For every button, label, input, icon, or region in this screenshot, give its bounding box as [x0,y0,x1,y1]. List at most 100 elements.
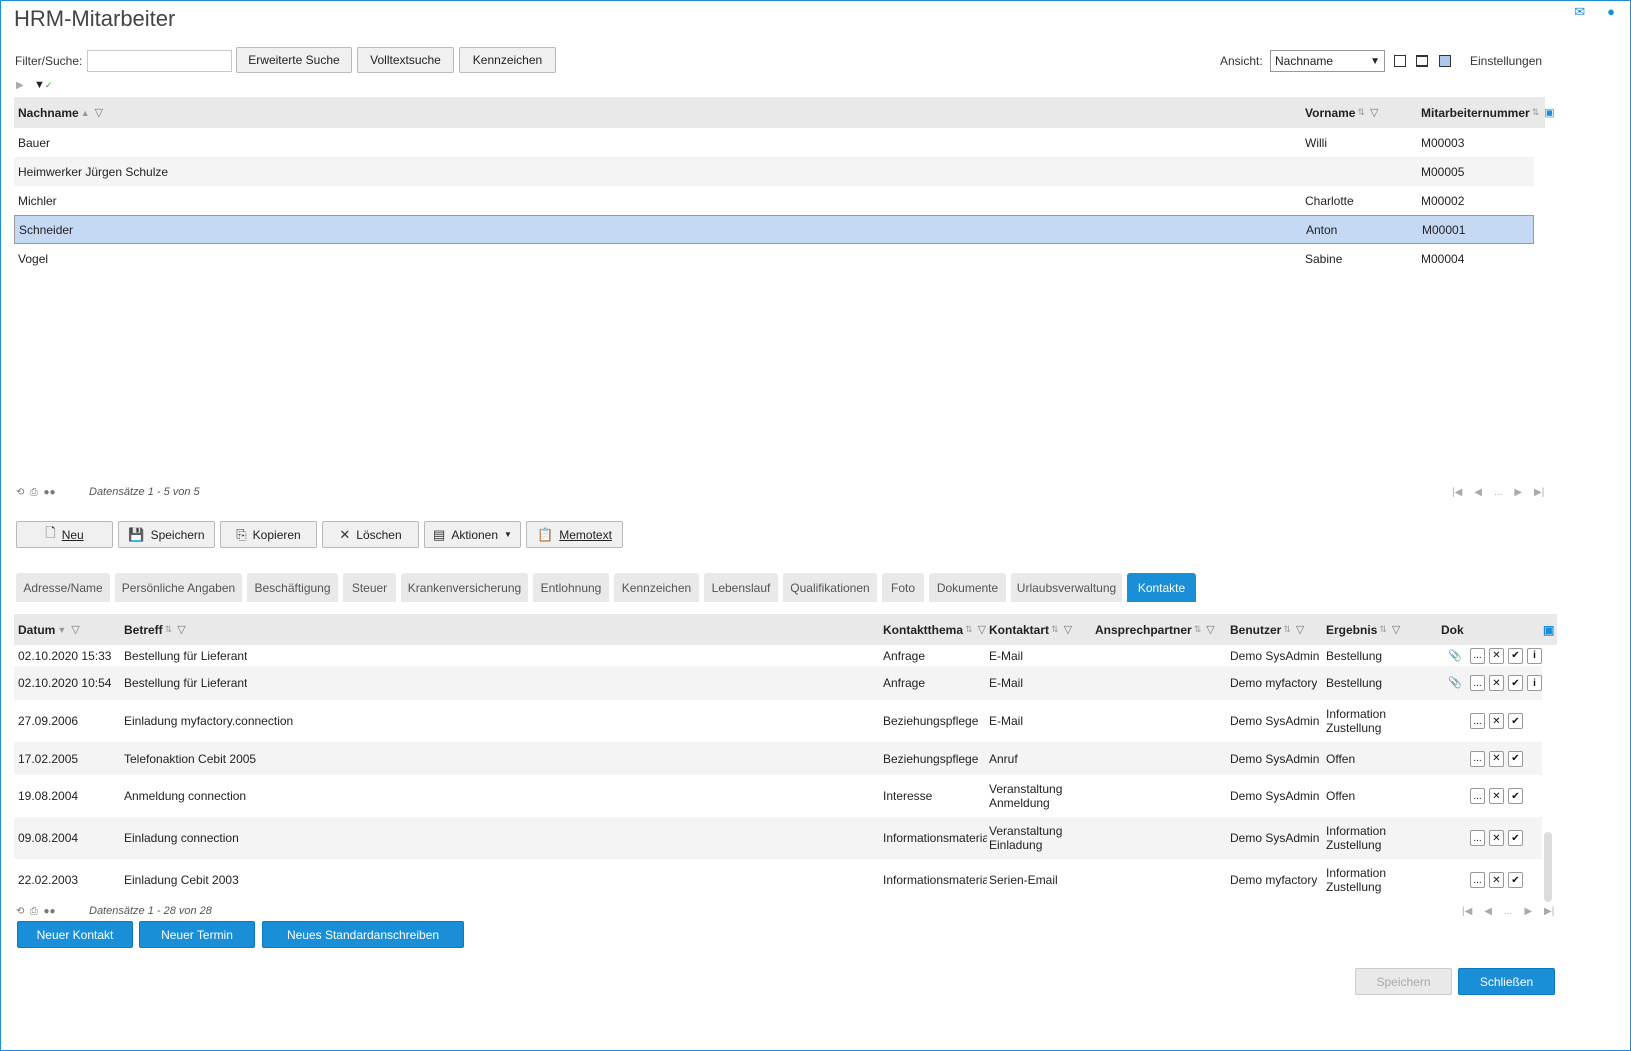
view-label: Ansicht: [1220,54,1263,68]
grid-tools[interactable]: ⟲ ⎙ ●● [16,487,56,498]
check-icon[interactable]: ✔ [1508,830,1523,846]
col-ergebnis[interactable]: Ergebnis ⇅ ▽ [1326,614,1400,645]
col-dok[interactable]: Dok [1441,614,1464,645]
tab-pers-nliche-angaben[interactable]: Persönliche Angaben [115,573,242,602]
more-button[interactable]: ... [1470,750,1485,767]
delete-icon[interactable]: ✕ [1489,750,1504,767]
contacts-grid-tools[interactable]: ⟲ ⎙ ●● [16,906,56,917]
table-row[interactable]: 09.08.2004 Einladung connection Informat… [14,817,1542,859]
delete-icon[interactable]: ✕ [1489,872,1504,888]
col-ansprechpartner[interactable]: Ansprechpartner ⇅ ▽ [1095,614,1215,645]
employee-pager[interactable]: |◀ ◀... ▶ ▶| [1452,487,1544,498]
delete-icon[interactable]: ✕ [1489,788,1504,804]
save-button[interactable]: 💾 Speichern [118,521,215,548]
more-button[interactable]: ... [1470,647,1485,664]
attachment-icon[interactable]: 📎 [1448,649,1462,662]
delete-icon[interactable]: ✕ [1489,647,1504,664]
col-datum[interactable]: Datum ▼ ▽ [18,614,80,645]
close-icon: ✕ [339,526,351,542]
tab-kontakte[interactable]: Kontakte [1127,573,1196,602]
delete-icon[interactable]: ✕ [1489,713,1504,729]
table-row[interactable]: 17.02.2005 Telefonaktion Cebit 2005 Bezi… [14,742,1542,775]
column-chooser-icon[interactable]: ▣ [1543,614,1554,645]
contacts-scrollbar[interactable] [1544,832,1552,902]
view-select[interactable]: Nachname ▼ [1270,50,1385,72]
table-row[interactable]: 22.02.2003 Einladung Cebit 2003 Informat… [14,859,1542,901]
table-row[interactable]: 02.10.2020 10:54 Bestellung für Lieferan… [14,666,1542,700]
tab-qualifikationen[interactable]: Qualifikationen [783,573,877,602]
memotext-button[interactable]: 📋 Memotext [526,521,623,548]
cell-vorname: Anton [1306,222,1338,237]
filter-active-icon[interactable]: ▼✓ [34,79,52,91]
check-icon[interactable]: ✔ [1508,675,1523,691]
more-button[interactable]: ... [1470,713,1485,729]
tab-kennzeichen[interactable]: Kennzeichen [614,573,699,602]
table-row[interactable]: Vogel Sabine M00004 [14,244,1534,273]
cell-ergebnis: Offen [1326,789,1356,803]
tab-besch-ftigung[interactable]: Beschäftigung [247,573,338,602]
col-kontaktart[interactable]: Kontaktart ⇅ ▽ [989,614,1072,645]
actions-button[interactable]: ▤ Aktionen ▼ [424,521,521,548]
tab-dokumente[interactable]: Dokumente [929,573,1006,602]
mail-icon[interactable]: ✉ [1574,4,1585,20]
more-button[interactable]: ... [1470,788,1485,804]
tab-adresse-name[interactable]: Adresse/Name [16,573,110,602]
table-row[interactable]: 27.09.2006 Einladung myfactory.connectio… [14,700,1542,742]
cell-nachname: Heimwerker Jürgen Schulze [18,164,169,179]
view-single-icon[interactable] [1394,55,1406,67]
new-letter-button[interactable]: Neues Standardanschreiben [262,921,464,948]
view-full-icon[interactable] [1439,55,1451,67]
col-nachname[interactable]: Nachname ▲ ▽ [18,97,103,128]
bottom-save-button[interactable]: Speichern [1355,968,1452,995]
more-button[interactable]: ... [1470,830,1485,846]
table-row[interactable]: 02.10.2020 15:33 Bestellung für Lieferan… [14,645,1542,666]
check-icon[interactable]: ✔ [1508,872,1523,888]
search-input[interactable] [87,50,232,72]
employee-grid-header: Nachname ▲ ▽ Vorname ⇅ ▽ Mitarbeiternummer ⇅ ▣ [14,97,1555,128]
delete-icon[interactable]: ✕ [1489,830,1504,846]
cell-benutzer: Demo SysAdmin [1230,648,1320,663]
col-vorname[interactable]: Vorname ⇅ ▽ [1305,97,1378,128]
help-icon[interactable]: ● [1607,4,1615,20]
close-button[interactable]: Schließen [1458,968,1555,995]
info-icon[interactable]: i [1527,647,1542,664]
tab-urlaubsverwaltung[interactable]: Urlaubsverwaltung [1011,573,1122,602]
new-button[interactable]: 🗋 Neu [16,521,113,548]
col-betreff[interactable]: Betreff ⇅ ▽ [124,614,186,645]
col-kontaktthema[interactable]: Kontaktthema ⇅ ▽ [883,614,986,645]
table-row[interactable]: Schneider Anton M00001 [14,215,1534,244]
attachment-icon[interactable]: 📎 [1448,676,1462,689]
check-icon[interactable]: ✔ [1508,788,1523,804]
advanced-search-button[interactable]: Erweiterte Suche [236,47,352,73]
tab-entlohnung[interactable]: Entlohnung [533,573,609,602]
table-row[interactable]: Bauer Willi M00003 [14,128,1534,157]
flags-button[interactable]: Kennzeichen [459,47,556,73]
view-split-icon[interactable] [1416,55,1428,67]
new-contact-button[interactable]: Neuer Kontakt [17,921,133,948]
delete-icon[interactable]: ✕ [1489,675,1504,691]
new-appointment-button[interactable]: Neuer Termin [139,921,255,948]
table-row[interactable]: Michler Charlotte M00002 [14,186,1534,215]
more-button[interactable]: ... [1470,872,1485,888]
check-icon[interactable]: ✔ [1508,713,1523,729]
cell-datum: 02.10.2020 10:54 [18,676,112,690]
table-row[interactable]: 19.08.2004 Anmeldung connection Interess… [14,775,1542,817]
delete-button[interactable]: ✕ Löschen [322,521,419,548]
col-mitarbeiternummer[interactable]: Mitarbeiternummer ⇅ ▣ [1421,97,1555,128]
table-row[interactable]: Heimwerker Jürgen Schulze M00005 [14,157,1534,186]
fulltext-search-button[interactable]: Volltextsuche [357,47,454,73]
check-icon[interactable]: ✔ [1508,750,1523,767]
settings-link[interactable]: Einstellungen [1470,54,1542,68]
tab-krankenversicherung[interactable]: Krankenversicherung [401,573,528,602]
contacts-pager[interactable]: |◀ ◀... ▶ ▶| [1462,906,1554,917]
check-icon[interactable]: ✔ [1508,647,1523,664]
info-icon[interactable]: i [1527,675,1542,691]
col-benutzer[interactable]: Benutzer ⇅ ▽ [1230,614,1304,645]
copy-button[interactable]: ⎘ Kopieren [220,521,317,548]
expand-icon[interactable]: ▶ [16,80,24,91]
tab-steuer[interactable]: Steuer [343,573,396,602]
more-button[interactable]: ... [1470,675,1485,691]
tab-lebenslauf[interactable]: Lebenslauf [704,573,778,602]
tab-foto[interactable]: Foto [882,573,924,602]
save-icon: 💾 [128,526,145,542]
